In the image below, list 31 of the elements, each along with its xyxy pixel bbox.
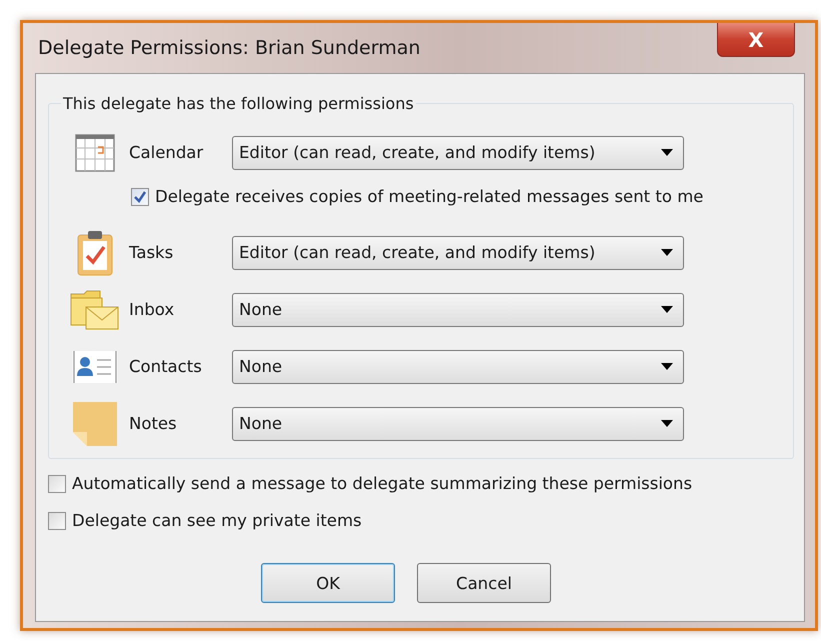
dropdown-arrow-icon [661,363,673,370]
close-button[interactable]: X [717,23,795,57]
dropdown-arrow-icon [661,149,673,156]
checkbox[interactable] [48,474,66,492]
permission-dropdown[interactable]: Editor (can read, create, and modify items) [232,136,684,170]
sticky-note-icon [72,400,118,446]
checkbox-label: Delegate receives copies of meeting-related messages sent to me [155,187,704,206]
permission-label: Contacts [129,357,203,376]
permission-dropdown[interactable]: None [232,350,684,384]
permission-label: Tasks [129,243,174,262]
permission-label: Inbox [129,300,176,319]
permission-dropdown[interactable]: None [232,406,684,440]
group-legend: This delegate has the following permissions [61,94,416,113]
permission-dropdown[interactable]: None [232,292,684,326]
clipboard-check-icon [77,230,113,276]
permission-label: Notes [129,414,178,433]
dropdown-arrow-icon [661,249,673,256]
checkbox[interactable] [131,188,149,206]
checkbox[interactable] [48,512,66,530]
calendar-icon [75,134,115,172]
dropdown-arrow-icon [661,420,673,427]
dropdown-arrow-icon [661,306,673,313]
checkbox-label: Delegate can see my private items [72,511,362,530]
ok-button[interactable]: OK [261,563,395,603]
checkbox-label: Automatically send a message to delegate summarizing these permissions [72,474,692,493]
cancel-button[interactable]: Cancel [417,563,551,603]
contact-card-icon [72,350,118,384]
folder-envelope-icon [70,288,120,330]
window-title: Delegate Permissions: Brian Sunderman [38,37,420,59]
permission-label: Calendar [129,143,204,162]
permission-dropdown[interactable]: Editor (can read, create, and modify items) [232,236,684,270]
